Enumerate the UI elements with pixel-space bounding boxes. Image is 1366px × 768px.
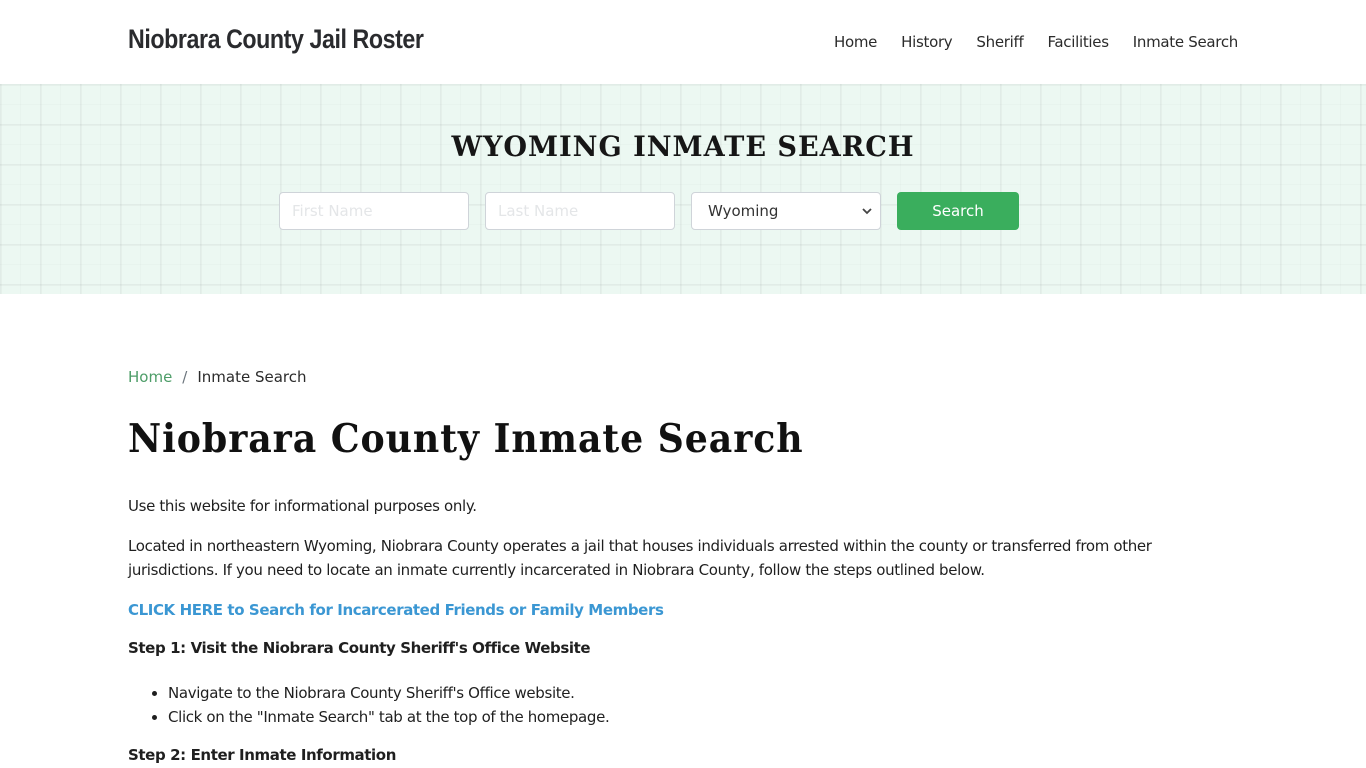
site-header: Niobrara County Jail Roster Home History… — [0, 0, 1366, 84]
intro-text: Use this website for informational purpo… — [128, 497, 477, 515]
search-relatives-link[interactable]: CLICK HERE to Search for Incarcerated Fr… — [128, 598, 1238, 622]
search-form: Wyoming Search — [279, 192, 1019, 230]
nav-inmate-search[interactable]: Inmate Search — [1133, 33, 1239, 51]
step-1-list: Navigate to the Niobrara County Sheriff'… — [128, 681, 1238, 729]
hero-search-section: WYOMING INMATE SEARCH Wyoming Search — [0, 84, 1366, 294]
step-2-heading: Step 2: Enter Inmate Information — [128, 746, 396, 764]
state-select[interactable]: Wyoming — [691, 192, 881, 230]
breadcrumb-home[interactable]: Home — [128, 368, 172, 386]
page-title: Niobrara County Inmate Search — [128, 416, 804, 462]
list-item: Navigate to the Niobrara County Sheriff'… — [168, 681, 1238, 705]
main-content: Home / Inmate Search Niobrara County Inm… — [128, 294, 1238, 767]
breadcrumb: Home / Inmate Search — [128, 368, 1238, 386]
main-nav: Home History Sheriff Facilities Inmate S… — [834, 33, 1238, 51]
search-button[interactable]: Search — [897, 192, 1019, 230]
list-item: Click on the "Inmate Search" tab at the … — [168, 705, 1238, 729]
chevron-down-icon — [862, 208, 872, 215]
breadcrumb-separator: / — [182, 368, 188, 386]
state-select-value: Wyoming — [708, 202, 779, 220]
nav-sheriff[interactable]: Sheriff — [976, 33, 1023, 51]
nav-history[interactable]: History — [901, 33, 953, 51]
last-name-input[interactable] — [485, 192, 675, 230]
nav-home[interactable]: Home — [834, 33, 877, 51]
site-brand[interactable]: Niobrara County Jail Roster — [128, 24, 424, 55]
step-1-heading: Step 1: Visit the Niobrara County Sherif… — [128, 639, 591, 657]
nav-facilities[interactable]: Facilities — [1047, 33, 1109, 51]
first-name-input[interactable] — [279, 192, 469, 230]
description-text: Located in northeastern Wyoming, Niobrar… — [128, 537, 1152, 579]
breadcrumb-current: Inmate Search — [197, 368, 307, 386]
hero-title: WYOMING INMATE SEARCH — [451, 130, 915, 163]
